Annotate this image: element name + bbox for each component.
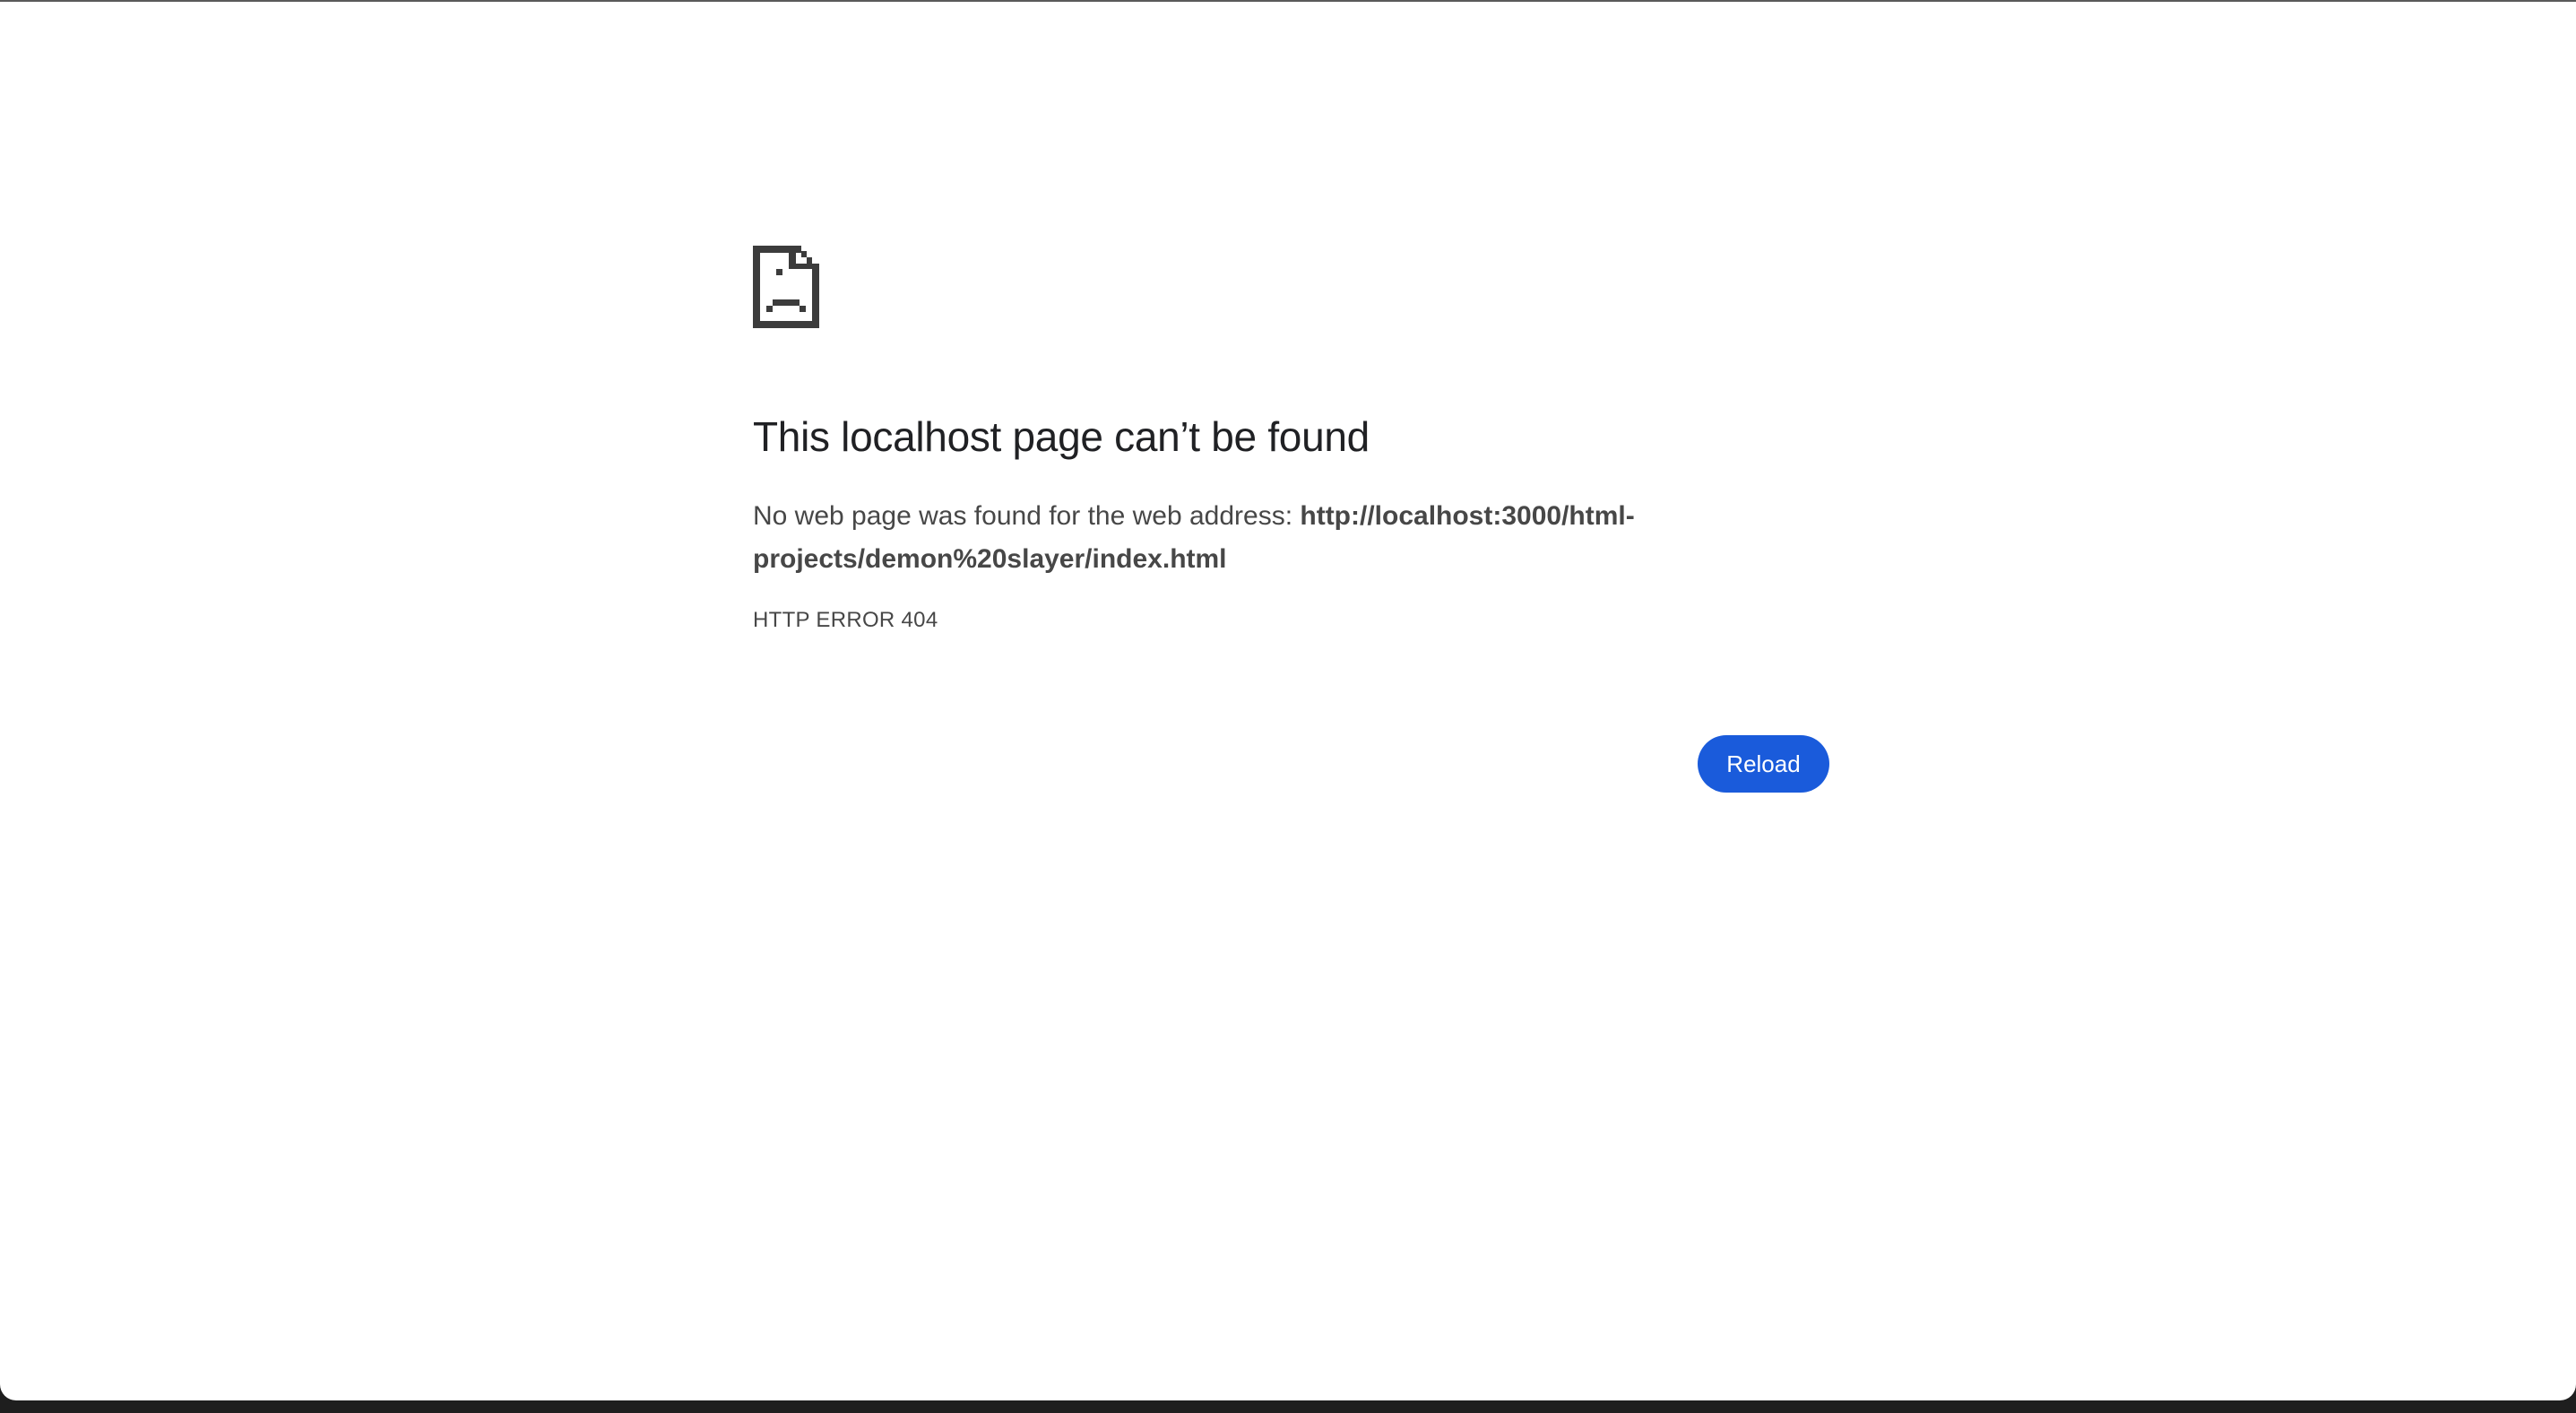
- error-code: HTTP ERROR 404: [753, 608, 938, 632]
- description-text: No web page was found for the web addres…: [753, 501, 1301, 531]
- reload-button[interactable]: Reload: [1698, 735, 1829, 793]
- sad-page-icon: [753, 246, 819, 328]
- page-title: This localhost page can’t be found: [753, 413, 1370, 460]
- browser-viewport: This localhost page can’t be found No we…: [0, 0, 2576, 1400]
- error-description: No web page was found for the web addres…: [753, 495, 1828, 581]
